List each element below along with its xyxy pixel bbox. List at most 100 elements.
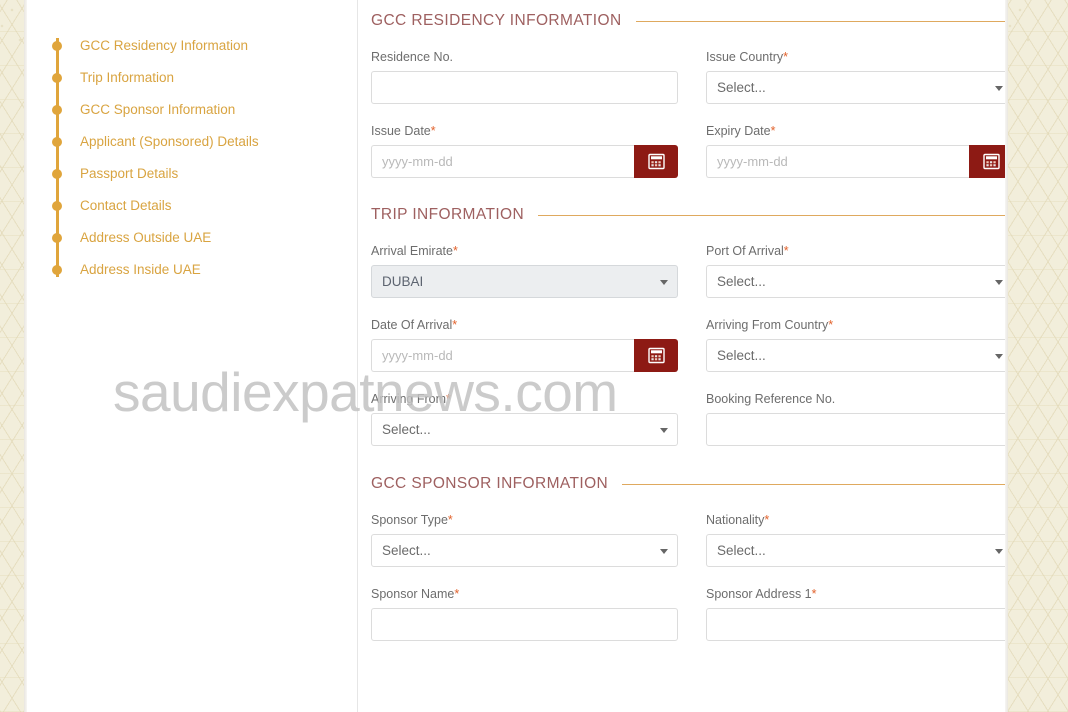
step-bullet-icon: [52, 233, 62, 243]
sidebar-item-label: GCC Sponsor Information: [80, 102, 236, 117]
control-wrapper: [706, 413, 1005, 446]
label-arriving-from-country: Arriving From Country*: [706, 318, 1005, 332]
required-marker: *: [764, 513, 770, 527]
label-text: Sponsor Address 1: [706, 587, 812, 601]
port-of-arrival-select[interactable]: Select...: [706, 265, 1005, 298]
label-text: Arriving From Country: [706, 318, 829, 332]
control-wrapper: [706, 608, 1005, 641]
label-text: Arriving From: [371, 392, 447, 406]
sidebar-item-address-inside-uae[interactable]: Address Inside UAE: [52, 254, 357, 286]
control-wrapper: Select...: [706, 71, 1005, 104]
step-bullet-icon: [52, 201, 62, 211]
sponsor-type-select[interactable]: Select...: [371, 534, 678, 567]
decorative-pattern-left: [0, 0, 24, 712]
arrival-emirate-select[interactable]: DUBAI: [371, 265, 678, 298]
form-step-sidebar: GCC Residency Information Trip Informati…: [27, 0, 358, 712]
section-header: GCC RESIDENCY INFORMATION: [371, 12, 1005, 30]
label-text: Issue Date: [371, 124, 431, 138]
required-marker: *: [770, 124, 776, 138]
field-issue-country: Issue Country* Select...: [706, 50, 1005, 104]
calendar-icon: [982, 153, 1000, 170]
label-text: Expiry Date: [706, 124, 771, 138]
arriving-from-select[interactable]: Select...: [371, 413, 678, 446]
step-bullet-icon: [52, 41, 62, 51]
form-row: Date Of Arrival* yyyy-mm-dd Arriving Fro…: [371, 318, 1005, 372]
section-gcc-sponsor-information: GCC SPONSOR INFORMATION Sponsor Type* Se…: [371, 475, 1005, 641]
required-marker: *: [447, 513, 453, 527]
label-arrival-emirate: Arrival Emirate*: [371, 244, 678, 258]
required-marker: *: [452, 318, 458, 332]
sidebar-item-label: Address Inside UAE: [80, 262, 201, 277]
expiry-date-input[interactable]: [706, 145, 969, 178]
chevron-down-icon: [660, 548, 668, 554]
issue-date-input[interactable]: [371, 145, 634, 178]
issue-country-select[interactable]: Select...: [706, 71, 1005, 104]
sidebar-item-gcc-residency-information[interactable]: GCC Residency Information: [52, 30, 357, 62]
step-navigation: GCC Residency Information Trip Informati…: [52, 30, 357, 286]
sidebar-item-gcc-sponsor-information[interactable]: GCC Sponsor Information: [52, 94, 357, 126]
sidebar-item-label: Trip Information: [80, 70, 175, 85]
form-row: Sponsor Type* Select... Nationality* Sel…: [371, 513, 1005, 567]
section-trip-information: TRIP INFORMATION Arrival Emirate* DUBAI: [371, 206, 1005, 446]
select-value: Select...: [717, 348, 766, 363]
chevron-down-icon: [660, 427, 668, 433]
sidebar-item-trip-information[interactable]: Trip Information: [52, 62, 357, 94]
sponsor-name-input[interactable]: [371, 608, 678, 641]
date-of-arrival-picker-button[interactable]: [634, 339, 678, 372]
select-value: DUBAI: [382, 274, 424, 289]
step-bullet-icon: [52, 265, 62, 275]
issue-date-picker-button[interactable]: [634, 145, 678, 178]
form-row: Residence No. Issue Country* Select...: [371, 50, 1005, 104]
sidebar-item-label: Passport Details: [80, 166, 179, 181]
step-bullet-icon: [52, 169, 62, 179]
form-row: Arriving From* Select... Booking Referen…: [371, 392, 1005, 446]
select-value: Select...: [717, 80, 766, 95]
residence-no-input[interactable]: [371, 71, 678, 104]
section-divider: [622, 483, 1005, 485]
sidebar-item-passport-details[interactable]: Passport Details: [52, 158, 357, 190]
label-text: Port Of Arrival: [706, 244, 784, 258]
field-issue-date: Issue Date*: [371, 124, 678, 178]
sidebar-item-label: Contact Details: [80, 198, 172, 213]
label-date-of-arrival: Date Of Arrival*: [371, 318, 678, 332]
field-sponsor-address-1: Sponsor Address 1*: [706, 587, 1005, 641]
label-text: Residence No.: [371, 50, 453, 64]
expiry-date-picker-button[interactable]: [969, 145, 1005, 178]
select-value: Select...: [382, 543, 431, 558]
label-text: Booking Reference No.: [706, 392, 836, 406]
date-of-arrival-input[interactable]: [371, 339, 634, 372]
label-arriving-from: Arriving From*: [371, 392, 678, 406]
booking-reference-no-input[interactable]: [706, 413, 1005, 446]
section-title: TRIP INFORMATION: [371, 206, 525, 223]
section-header: TRIP INFORMATION: [371, 206, 1005, 224]
select-value: Select...: [717, 543, 766, 558]
label-sponsor-name: Sponsor Name*: [371, 587, 678, 601]
sidebar-item-applicant-sponsored-details[interactable]: Applicant (Sponsored) Details: [52, 126, 357, 158]
section-title: GCC SPONSOR INFORMATION: [371, 475, 609, 492]
issue-date-field: [371, 145, 678, 178]
label-issue-country: Issue Country*: [706, 50, 1005, 64]
arriving-from-country-select[interactable]: Select...: [706, 339, 1005, 372]
field-expiry-date: Expiry Date*: [706, 124, 1005, 178]
form-row: Arrival Emirate* DUBAI Port Of Arrival *: [371, 244, 1005, 298]
field-sponsor-type: Sponsor Type* Select...: [371, 513, 678, 567]
section-divider: [538, 214, 1005, 216]
required-marker: *: [783, 50, 788, 64]
label-text: Issue Country: [706, 50, 784, 64]
sidebar-item-label: Applicant (Sponsored) Details: [80, 134, 259, 149]
page-edge-right: [1005, 0, 1008, 712]
sponsor-address-1-input[interactable]: [706, 608, 1005, 641]
form-row: Sponsor Name* Sponsor Address 1*: [371, 587, 1005, 641]
label-expiry-date: Expiry Date*: [706, 124, 1005, 138]
label-text: Date Of Arrival: [371, 318, 453, 332]
required-marker: *: [452, 244, 458, 258]
sidebar-item-contact-details[interactable]: Contact Details: [52, 190, 357, 222]
sidebar-item-address-outside-uae[interactable]: Address Outside UAE: [52, 222, 357, 254]
field-date-of-arrival: Date Of Arrival*: [371, 318, 678, 372]
form-row: Issue Date * yyyy-mm-dd Expiry Date* yyyy…: [371, 124, 1005, 178]
label-booking-reference-no: Booking Reference No.: [706, 392, 1005, 406]
required-marker: *: [828, 318, 834, 332]
label-issue-date: Issue Date*: [371, 124, 678, 138]
label-sponsor-address-1: Sponsor Address 1*: [706, 587, 1005, 601]
nationality-select[interactable]: Select...: [706, 534, 1005, 567]
